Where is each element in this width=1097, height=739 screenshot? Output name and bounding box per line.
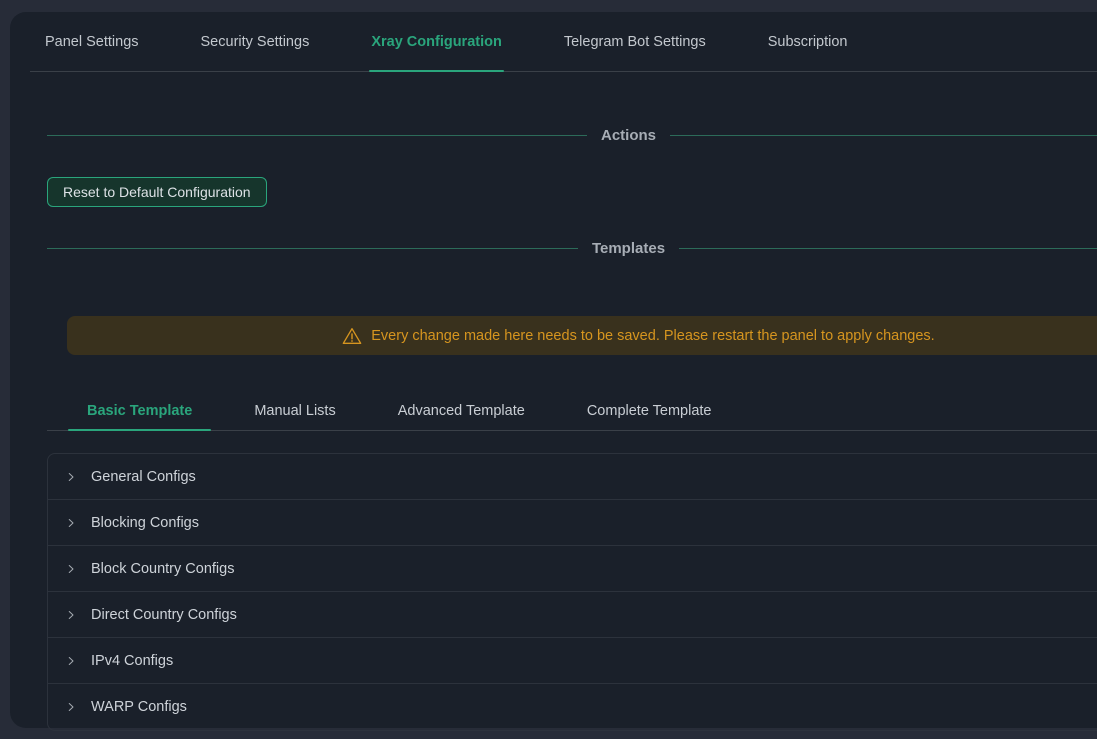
config-collapse-list: General Configs Blocking Configs Block C… xyxy=(47,453,1097,731)
chevron-right-icon xyxy=(65,655,77,667)
divider-line xyxy=(670,135,1097,136)
tab-panel-settings[interactable]: Panel Settings xyxy=(45,12,139,71)
main-tabs: Panel Settings Security Settings Xray Co… xyxy=(30,12,1097,72)
tab-xray-configuration[interactable]: Xray Configuration xyxy=(371,12,502,71)
collapse-header-label: WARP Configs xyxy=(91,699,187,715)
collapse-header-ipv4-configs[interactable]: IPv4 Configs xyxy=(48,638,1097,684)
collapse-header-label: Block Country Configs xyxy=(91,561,234,577)
chevron-right-icon xyxy=(65,471,77,483)
tab-telegram-bot-settings[interactable]: Telegram Bot Settings xyxy=(564,12,706,71)
restart-warning-banner: Every change made here needs to be saved… xyxy=(67,316,1097,355)
actions-divider: Actions xyxy=(47,127,1097,144)
page-background: { "theme": { "accent": "#2aa57c", "divid… xyxy=(0,0,1097,739)
chevron-right-icon xyxy=(65,701,77,713)
divider-line xyxy=(679,248,1097,249)
tab-content: Actions Reset to Default Configuration T… xyxy=(10,127,1097,731)
settings-card: Panel Settings Security Settings Xray Co… xyxy=(10,12,1097,728)
tab-manual-lists[interactable]: Manual Lists xyxy=(235,391,354,430)
chevron-right-icon xyxy=(65,609,77,621)
actions-section-title: Actions xyxy=(601,127,656,144)
warning-icon xyxy=(342,326,362,346)
warning-text: Every change made here needs to be saved… xyxy=(371,328,934,344)
templates-section-title: Templates xyxy=(592,240,665,257)
collapse-header-label: IPv4 Configs xyxy=(91,653,173,669)
chevron-right-icon xyxy=(65,517,77,529)
tab-security-settings[interactable]: Security Settings xyxy=(201,12,310,71)
reset-to-default-button[interactable]: Reset to Default Configuration xyxy=(47,177,267,207)
tab-advanced-template[interactable]: Advanced Template xyxy=(379,391,544,430)
tab-basic-template[interactable]: Basic Template xyxy=(68,391,211,430)
collapse-header-blocking-configs[interactable]: Blocking Configs xyxy=(48,500,1097,546)
collapse-header-general-configs[interactable]: General Configs xyxy=(48,454,1097,500)
divider-line xyxy=(47,248,578,249)
collapse-header-warp-configs[interactable]: WARP Configs xyxy=(48,684,1097,730)
collapse-header-label: Direct Country Configs xyxy=(91,607,237,623)
collapse-header-block-country-configs[interactable]: Block Country Configs xyxy=(48,546,1097,592)
divider-line xyxy=(47,135,587,136)
tab-subscription[interactable]: Subscription xyxy=(768,12,848,71)
tab-complete-template[interactable]: Complete Template xyxy=(568,391,731,430)
collapse-header-label: Blocking Configs xyxy=(91,515,199,531)
collapse-header-label: General Configs xyxy=(91,469,196,485)
collapse-header-direct-country-configs[interactable]: Direct Country Configs xyxy=(48,592,1097,638)
template-tabs: Basic Template Manual Lists Advanced Tem… xyxy=(47,391,1097,431)
templates-divider: Templates xyxy=(47,240,1097,257)
chevron-right-icon xyxy=(65,563,77,575)
